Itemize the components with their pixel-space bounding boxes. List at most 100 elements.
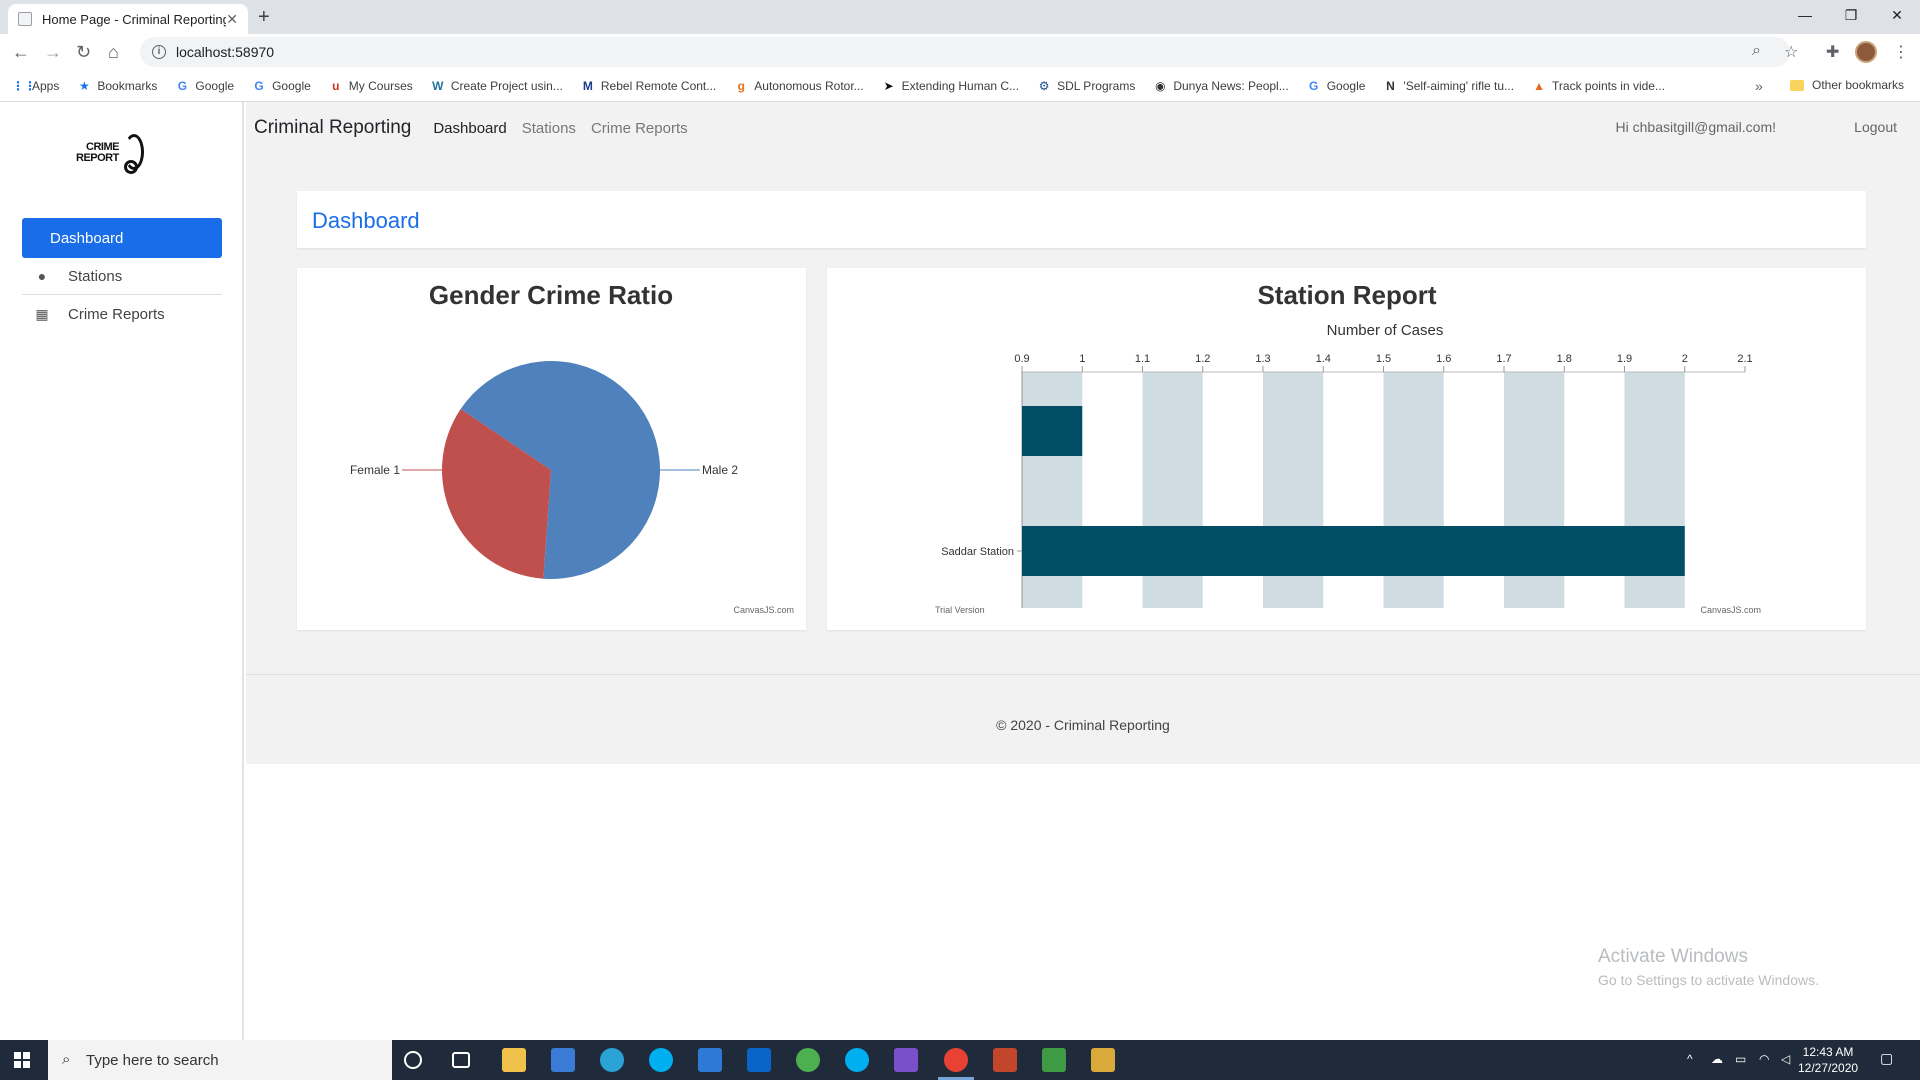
battery-icon[interactable]: ▭ — [1735, 1052, 1746, 1066]
bookmark-star-icon[interactable]: ☆ — [1784, 42, 1798, 62]
globe-icon: ◉ — [1155, 78, 1166, 93]
bookmark-sdl-programs[interactable]: ⚙ SDL Programs — [1037, 78, 1136, 93]
bookmark-google[interactable]: G Google — [175, 79, 234, 93]
edge-icon[interactable] — [600, 1048, 624, 1072]
reload-icon[interactable]: ↻ — [76, 41, 91, 63]
bookmark-apps[interactable]: ⋮⋮ Apps — [12, 79, 59, 93]
browser-menu-icon[interactable]: ⋮ — [1893, 42, 1909, 62]
skype-icon[interactable] — [649, 1048, 673, 1072]
spreadsheet-icon[interactable] — [1042, 1048, 1066, 1072]
x-tick-label: 1 — [1079, 353, 1085, 365]
home-icon[interactable]: ⌂ — [108, 41, 119, 63]
google-icon: G — [254, 78, 264, 93]
gender-crime-pie-chart: Gender Crime Ratio Male 2 Female 1 Canvas… — [350, 280, 794, 615]
app-icon[interactable] — [1091, 1048, 1115, 1072]
user-greeting[interactable]: Hi chbasitgill@gmail.com! — [1616, 119, 1776, 135]
x-tick-label: 2 — [1682, 353, 1688, 365]
other-bookmarks[interactable]: Other bookmarks — [1790, 78, 1904, 92]
windows-start-icon[interactable] — [14, 1052, 30, 1068]
new-tab-button[interactable]: + — [258, 6, 270, 28]
bookmark-self-aiming[interactable]: N 'Self-aiming' rifle tu... — [1383, 79, 1514, 93]
bookmark-create-project[interactable]: W Create Project usin... — [431, 79, 563, 93]
crime-report-logo[interactable]: CRIME REPORT — [72, 132, 152, 176]
bookmark-extending-human[interactable]: ➤ Extending Human C... — [882, 79, 1019, 93]
chart-credit[interactable]: CanvasJS.com — [1700, 605, 1761, 615]
bookmark-autonomous-rotor[interactable]: g Autonomous Rotor... — [734, 79, 864, 93]
user-icon: ● — [37, 268, 47, 284]
folder-icon — [1790, 79, 1804, 91]
chrome-icon[interactable] — [944, 1048, 968, 1072]
google-icon: G — [1309, 78, 1319, 93]
x-tick-label: 1.4 — [1316, 353, 1331, 365]
trial-version-label: Trial Version — [935, 605, 985, 615]
bookmark-dunya-news[interactable]: ◉ Dunya News: Peopl... — [1153, 78, 1289, 93]
nav-stations[interactable]: Stations — [522, 120, 576, 137]
chart-title: Gender Crime Ratio — [429, 280, 673, 310]
browser-tab[interactable]: Home Page - Criminal Reporting ✕ — [8, 4, 248, 34]
x-tick-label: 2.1 — [1737, 353, 1752, 365]
zoom-icon[interactable]: ⌕ — [1752, 42, 1761, 60]
bookmark-google[interactable]: G Google — [1307, 78, 1365, 93]
google-icon: G — [177, 78, 188, 93]
bar[interactable] — [1022, 406, 1083, 456]
medium-icon: M — [582, 78, 593, 93]
profile-avatar[interactable] — [1855, 41, 1877, 63]
site-info-icon[interactable]: i — [152, 45, 166, 59]
bookmark-rebel-remote[interactable]: M Rebel Remote Cont... — [581, 79, 716, 93]
file-explorer-icon[interactable] — [502, 1048, 526, 1072]
taskbar-search-input[interactable]: ⌕ Type here to search — [48, 1040, 392, 1080]
address-bar[interactable]: i localhost:58970 — [140, 37, 1790, 67]
browser-tabstrip: Home Page - Criminal Reporting ✕ + — ❐ ✕ — [0, 0, 1920, 34]
tray-chevron-icon[interactable]: ^ — [1687, 1052, 1693, 1066]
winrar-icon[interactable] — [993, 1048, 1017, 1072]
bookmark-google[interactable]: G Google — [252, 78, 310, 93]
more-bookmarks-button[interactable]: » — [1755, 78, 1763, 94]
chart-title: Station Report — [1257, 280, 1436, 310]
sidebar-item-label: Stations — [68, 267, 123, 285]
main-area: Criminal Reporting Dashboard Stations Cr… — [246, 102, 1920, 1040]
forward-icon[interactable]: → — [44, 41, 62, 63]
mail-icon[interactable] — [698, 1048, 722, 1072]
onedrive-icon[interactable]: ☁ — [1711, 1052, 1723, 1066]
volume-icon[interactable]: ◁ — [1781, 1052, 1790, 1066]
gear-logo-icon: ⚙ — [1038, 78, 1050, 93]
wifi-icon[interactable]: ◠ — [1759, 1052, 1769, 1066]
logout-link[interactable]: Logout — [1854, 119, 1897, 135]
nav-crime-reports[interactable]: Crime Reports — [591, 120, 688, 137]
x-tick-label: 1.3 — [1255, 353, 1270, 365]
outlook-icon[interactable] — [747, 1048, 771, 1072]
close-window-icon[interactable]: ✕ — [1874, 0, 1920, 30]
x-tick-label: 1.1 — [1135, 353, 1150, 365]
nav-dashboard[interactable]: Dashboard — [433, 120, 506, 137]
store-icon[interactable] — [551, 1048, 575, 1072]
taskbar-clock[interactable]: 12:43 AM 12/27/2020 — [1798, 1044, 1858, 1076]
notifications-icon[interactable]: ▢ — [1880, 1050, 1893, 1067]
x-tick-label: 1.2 — [1195, 353, 1210, 365]
close-tab-icon[interactable]: ✕ — [226, 11, 238, 28]
skype-business-icon[interactable] — [845, 1048, 869, 1072]
news-icon: N — [1386, 78, 1395, 93]
minimize-icon[interactable]: — — [1782, 0, 1828, 30]
bookmark-my-courses[interactable]: u My Courses — [329, 79, 413, 93]
pie-index-label: Female 1 — [350, 463, 400, 477]
sidebar-item-stations[interactable]: ● Stations — [22, 257, 222, 295]
bookmarks-bar: ⋮⋮ Apps ★ Bookmarks G Google G Google u My Co… — [0, 70, 1920, 102]
extensions-icon[interactable]: ✚ — [1826, 42, 1839, 62]
sidebar-item-dashboard[interactable]: Dashboard — [22, 218, 222, 258]
chart-credit[interactable]: CanvasJS.com — [733, 605, 794, 615]
bookmark-track-points[interactable]: ▲ Track points in vide... — [1532, 79, 1665, 93]
task-view-icon[interactable] — [452, 1052, 470, 1068]
bookmark-bookmarks[interactable]: ★ Bookmarks — [77, 79, 157, 93]
restore-icon[interactable]: ❐ — [1828, 0, 1874, 30]
cortana-icon[interactable] — [404, 1051, 422, 1069]
bar[interactable] — [1022, 526, 1685, 576]
dashboard-content: Dashboard Gender Crime Ratio Male 2 Femal… — [246, 154, 1920, 674]
visual-studio-icon[interactable] — [894, 1048, 918, 1072]
arrow-logo-icon: ➤ — [883, 78, 894, 93]
back-icon[interactable]: ← — [12, 41, 30, 63]
sidebar-item-crime-reports[interactable]: ▦ Crime Reports — [22, 295, 222, 333]
courses-icon: u — [332, 78, 340, 93]
x-tick-label: 0.9 — [1014, 353, 1029, 365]
brand-link[interactable]: Criminal Reporting — [254, 117, 411, 139]
cloud-app-icon[interactable] — [796, 1048, 820, 1072]
